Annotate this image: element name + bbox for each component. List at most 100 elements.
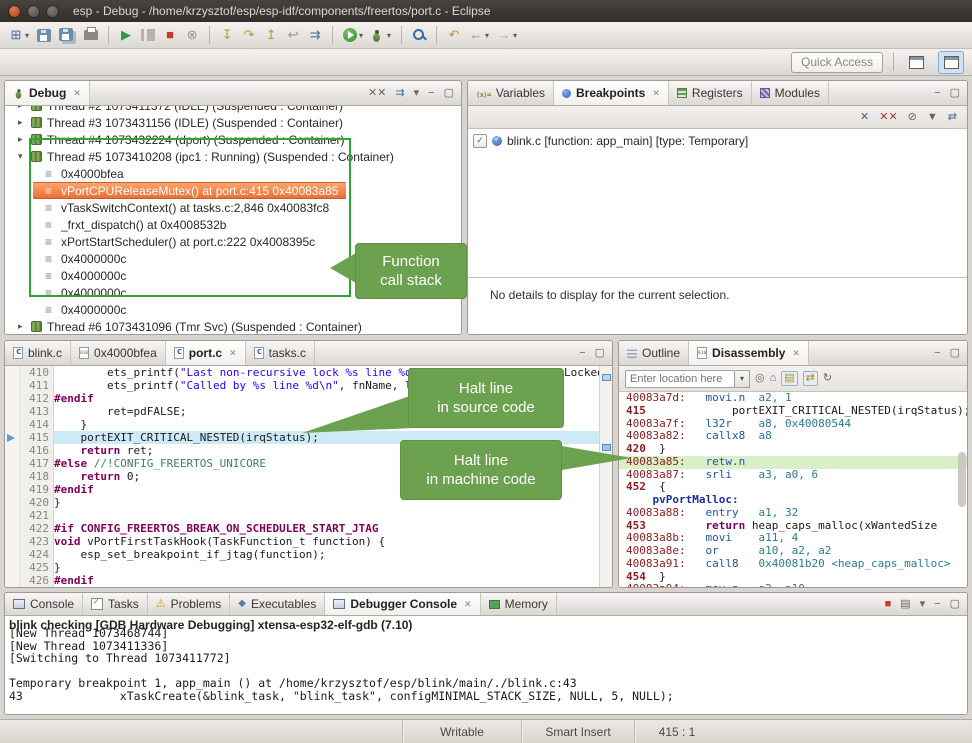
code-line[interactable]: #if CONFIG_FREERTOS_BREAK_ON_SCHEDULER_S… — [54, 522, 599, 535]
debug-button[interactable]: ▾ — [368, 27, 394, 44]
instruction-stepping-button[interactable]: ⇉ — [305, 26, 325, 44]
tab-memory[interactable]: Memory — [481, 593, 557, 615]
maximize-button[interactable]: ▢ — [950, 88, 960, 99]
minimize-button[interactable]: − — [579, 348, 585, 359]
overview-ruler[interactable] — [599, 366, 612, 588]
forward-button[interactable]: →▾ — [494, 26, 520, 44]
sync-with-stack-frame-button[interactable]: ⇄ — [803, 371, 818, 386]
link-with-debug-view-button[interactable]: ⇄ — [948, 112, 957, 123]
stack-frame-row[interactable]: ≡_frxt_dispatch() at 0x4008532b — [5, 216, 461, 233]
stack-frame-row[interactable]: ≡0x4000000c — [5, 250, 461, 267]
step-over-button[interactable]: ↷ — [239, 26, 259, 44]
scrollbar-thumb[interactable] — [958, 452, 966, 507]
remove-all-breakpoints-button[interactable]: ✕✕ — [879, 112, 897, 123]
minimize-button[interactable]: − — [934, 88, 940, 99]
code-editor[interactable]: ets_printf("Last non-recursive lock %s l… — [54, 366, 599, 588]
tab-modules[interactable]: Modules — [752, 81, 829, 105]
tab-debugger-console[interactable]: Debugger Console ✕ — [325, 593, 480, 615]
minimize-button[interactable]: − — [428, 88, 434, 99]
stack-frame-row[interactable]: ≡vTaskSwitchContext() at tasks.c:2,846 0… — [5, 199, 461, 216]
tab-executables[interactable]: ◆ Executables — [230, 593, 325, 615]
tab-variables[interactable]: Variables — [468, 81, 554, 105]
run-button[interactable]: ▾ — [340, 26, 366, 44]
disconnect-button[interactable]: ⊗ — [182, 26, 202, 44]
close-icon[interactable]: ✕ — [464, 599, 472, 610]
debug-thread-row[interactable]: ▾Thread #5 1073410208 (ipc1 : Running) (… — [5, 148, 461, 165]
back-button[interactable]: ←▾ — [466, 26, 492, 44]
tab-breakpoints[interactable]: Breakpoints ✕ — [554, 81, 669, 105]
tab-outline[interactable]: Outline — [619, 341, 689, 365]
console-output[interactable]: blink checking [GDB Hardware Debugging] … — [5, 616, 967, 715]
code-line[interactable]: esp_set_breakpoint_if_jtag(function); — [54, 548, 599, 561]
expand-toggle-icon[interactable]: ▸ — [18, 106, 31, 111]
home-button[interactable]: ⌂ — [770, 373, 777, 384]
print-button[interactable] — [81, 28, 101, 42]
code-line[interactable]: #endif — [54, 483, 599, 496]
expand-toggle-icon[interactable]: ▸ — [18, 321, 31, 332]
code-line[interactable]: #endif — [54, 392, 599, 405]
tab-debug[interactable]: Debug ✕ — [5, 81, 90, 105]
code-line[interactable]: #endif — [54, 574, 599, 587]
code-line[interactable]: portEXIT_CRITICAL_NESTED(irqStatus); — [54, 431, 599, 444]
goto-pc-button[interactable]: ◎ — [755, 373, 765, 384]
drop-to-frame-button[interactable]: ↩ — [283, 26, 303, 44]
close-icon[interactable]: ✕ — [792, 348, 800, 359]
stack-frame-row[interactable]: ≡vPortCPUReleaseMutex() at port.c:415 0x… — [33, 182, 346, 199]
view-menu-button[interactable]: ▾ — [414, 88, 420, 99]
code-line[interactable]: #else //!CONFIG_FREERTOS_UNICORE — [54, 457, 599, 470]
debug-thread-row[interactable]: ▸Thread #6 1073431096 (Tmr Svc) (Suspend… — [5, 318, 461, 335]
tab-blink-c[interactable]: blink.c — [5, 341, 71, 365]
remove-breakpoint-button[interactable]: ✕ — [860, 112, 869, 123]
last-edit-location-button[interactable]: ↶ — [444, 26, 464, 44]
disassembly-line[interactable]: 40083a91: call8 0x40081b20 <heap_caps_ma… — [626, 558, 967, 571]
expand-toggle-icon[interactable]: ▾ — [18, 151, 31, 162]
debug-thread-row[interactable]: ▸Thread #2 1073411372 (IDLE) (Suspended … — [5, 106, 461, 114]
perspective-cpp-button[interactable] — [904, 52, 928, 73]
resume-button[interactable]: ▶ — [116, 26, 136, 44]
stack-frame-row[interactable]: ≡0x4000000c — [5, 284, 461, 301]
stack-frame-row[interactable]: ≡0x4000bfea — [5, 165, 461, 182]
tab-tasks-c[interactable]: tasks.c — [246, 341, 315, 365]
minimize-button[interactable]: − — [934, 348, 940, 359]
tab-port-c[interactable]: port.c ✕ — [166, 341, 246, 365]
close-icon[interactable]: ✕ — [229, 348, 237, 359]
tab-console[interactable]: Console — [5, 593, 83, 615]
disassembly-body[interactable]: 40083a7d: movi.n a2, 1415 portEXIT_CRITI… — [619, 392, 967, 588]
quick-access-box[interactable]: Quick Access — [791, 52, 883, 73]
breakpoint-checkbox[interactable] — [473, 134, 487, 148]
code-line[interactable]: } — [54, 496, 599, 509]
clear-console-button[interactable]: ▤ — [900, 599, 910, 610]
code-line[interactable]: } — [54, 418, 599, 431]
debug-thread-row[interactable]: ▸Thread #4 1073432224 (dport) (Suspended… — [5, 131, 461, 148]
location-dropdown-button[interactable]: ▾ — [735, 370, 750, 388]
code-line[interactable]: ret=pdFALSE; — [54, 405, 599, 418]
suspend-button[interactable] — [138, 27, 158, 43]
breakpoint-row[interactable]: blink.c [function: app_main] [type: Temp… — [468, 132, 967, 149]
code-line[interactable]: } — [54, 561, 599, 574]
code-line[interactable]: return ret; — [54, 444, 599, 457]
display-console-menu-button[interactable]: ▾ — [920, 599, 926, 610]
tab-problems[interactable]: ⚠ Problems — [148, 593, 231, 615]
maximize-button[interactable]: ▢ — [444, 88, 454, 99]
terminate-button[interactable]: ■ — [160, 26, 180, 44]
instruction-stepping-toggle-button[interactable]: ⇉ — [395, 88, 404, 99]
code-line[interactable] — [54, 509, 599, 522]
step-return-button[interactable]: ↥ — [261, 26, 281, 44]
stack-frame-row[interactable]: ≡0x4000000c — [5, 267, 461, 284]
window-minimize-button[interactable] — [27, 5, 40, 18]
close-icon[interactable]: ✕ — [652, 88, 660, 99]
maximize-button[interactable]: ▢ — [950, 348, 960, 359]
show-source-toggle-button[interactable]: ▤ — [781, 371, 797, 386]
window-maximize-button[interactable] — [46, 5, 59, 18]
annotation-ruler[interactable] — [5, 366, 20, 588]
show-breakpoints-for-selection-button[interactable]: ▼ — [927, 112, 938, 123]
search-button[interactable] — [409, 26, 429, 44]
tab-registers[interactable]: Registers — [669, 81, 752, 105]
code-line[interactable]: void vPortFirstTaskHook(TaskFunction_t f… — [54, 535, 599, 548]
refresh-button[interactable]: ↻ — [823, 373, 832, 384]
disassembly-line[interactable]: 40083a82: callx8 a8 — [626, 430, 967, 443]
new-wizard-button[interactable]: ⊞▾ — [6, 26, 32, 44]
debug-thread-row[interactable]: ▸Thread #3 1073431156 (IDLE) (Suspended … — [5, 114, 461, 131]
stack-frame-row[interactable]: ≡xPortStartScheduler() at port.c:222 0x4… — [5, 233, 461, 250]
location-input[interactable] — [625, 370, 735, 388]
